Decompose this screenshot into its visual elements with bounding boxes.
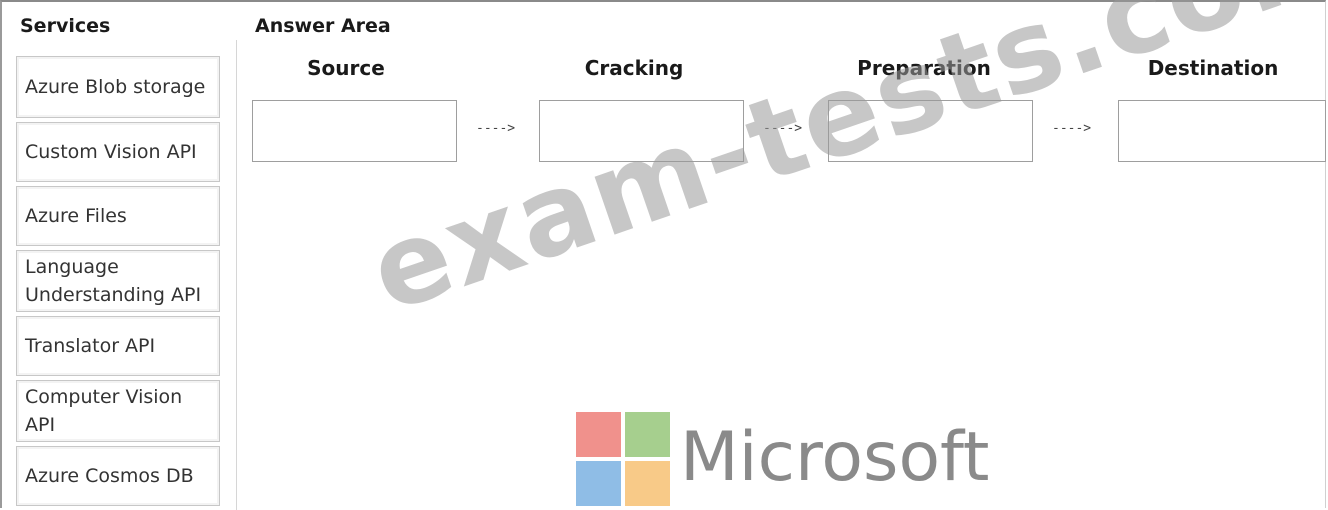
service-tile-label: Azure Files xyxy=(25,205,127,227)
service-tile-label: Custom Vision API xyxy=(25,141,197,163)
service-tile-language-understanding-api[interactable]: Language Understanding API xyxy=(16,250,220,312)
service-tile-label: Azure Cosmos DB xyxy=(25,465,194,487)
logo-square-yellow xyxy=(625,461,670,506)
drop-target-destination[interactable] xyxy=(1118,100,1326,162)
logo-square-blue xyxy=(576,461,621,506)
drop-target-source[interactable] xyxy=(252,100,457,162)
services-heading: Services xyxy=(20,15,111,37)
flow-arrow: ----> xyxy=(1052,121,1092,136)
service-tile-translator-api[interactable]: Translator API xyxy=(16,316,220,376)
logo-square-green xyxy=(625,412,670,457)
service-tile-label: Translator API xyxy=(25,335,156,357)
flow-arrow: ----> xyxy=(476,121,516,136)
logo-square-red xyxy=(576,412,621,457)
service-tile-label: Computer Vision API xyxy=(25,386,183,436)
microsoft-wordmark: Microsoft xyxy=(680,418,990,497)
answer-area-heading: Answer Area xyxy=(255,15,391,37)
service-tile-azure-cosmos-db[interactable]: Azure Cosmos DB xyxy=(16,446,220,506)
service-tile-custom-vision-api[interactable]: Custom Vision API xyxy=(16,122,220,182)
service-tile-computer-vision-api[interactable]: Computer Vision API xyxy=(16,380,220,442)
stage-label-cracking: Cracking xyxy=(584,56,684,80)
panel-divider xyxy=(236,40,237,510)
microsoft-logo-icon xyxy=(576,412,672,508)
stage-label-source: Source xyxy=(307,56,385,80)
service-tile-label: Azure Blob storage xyxy=(25,76,206,98)
service-tile-label: Language Understanding API xyxy=(25,256,202,306)
service-tile-azure-blob-storage[interactable]: Azure Blob storage xyxy=(16,56,220,118)
service-tile-azure-files[interactable]: Azure Files xyxy=(16,186,220,246)
